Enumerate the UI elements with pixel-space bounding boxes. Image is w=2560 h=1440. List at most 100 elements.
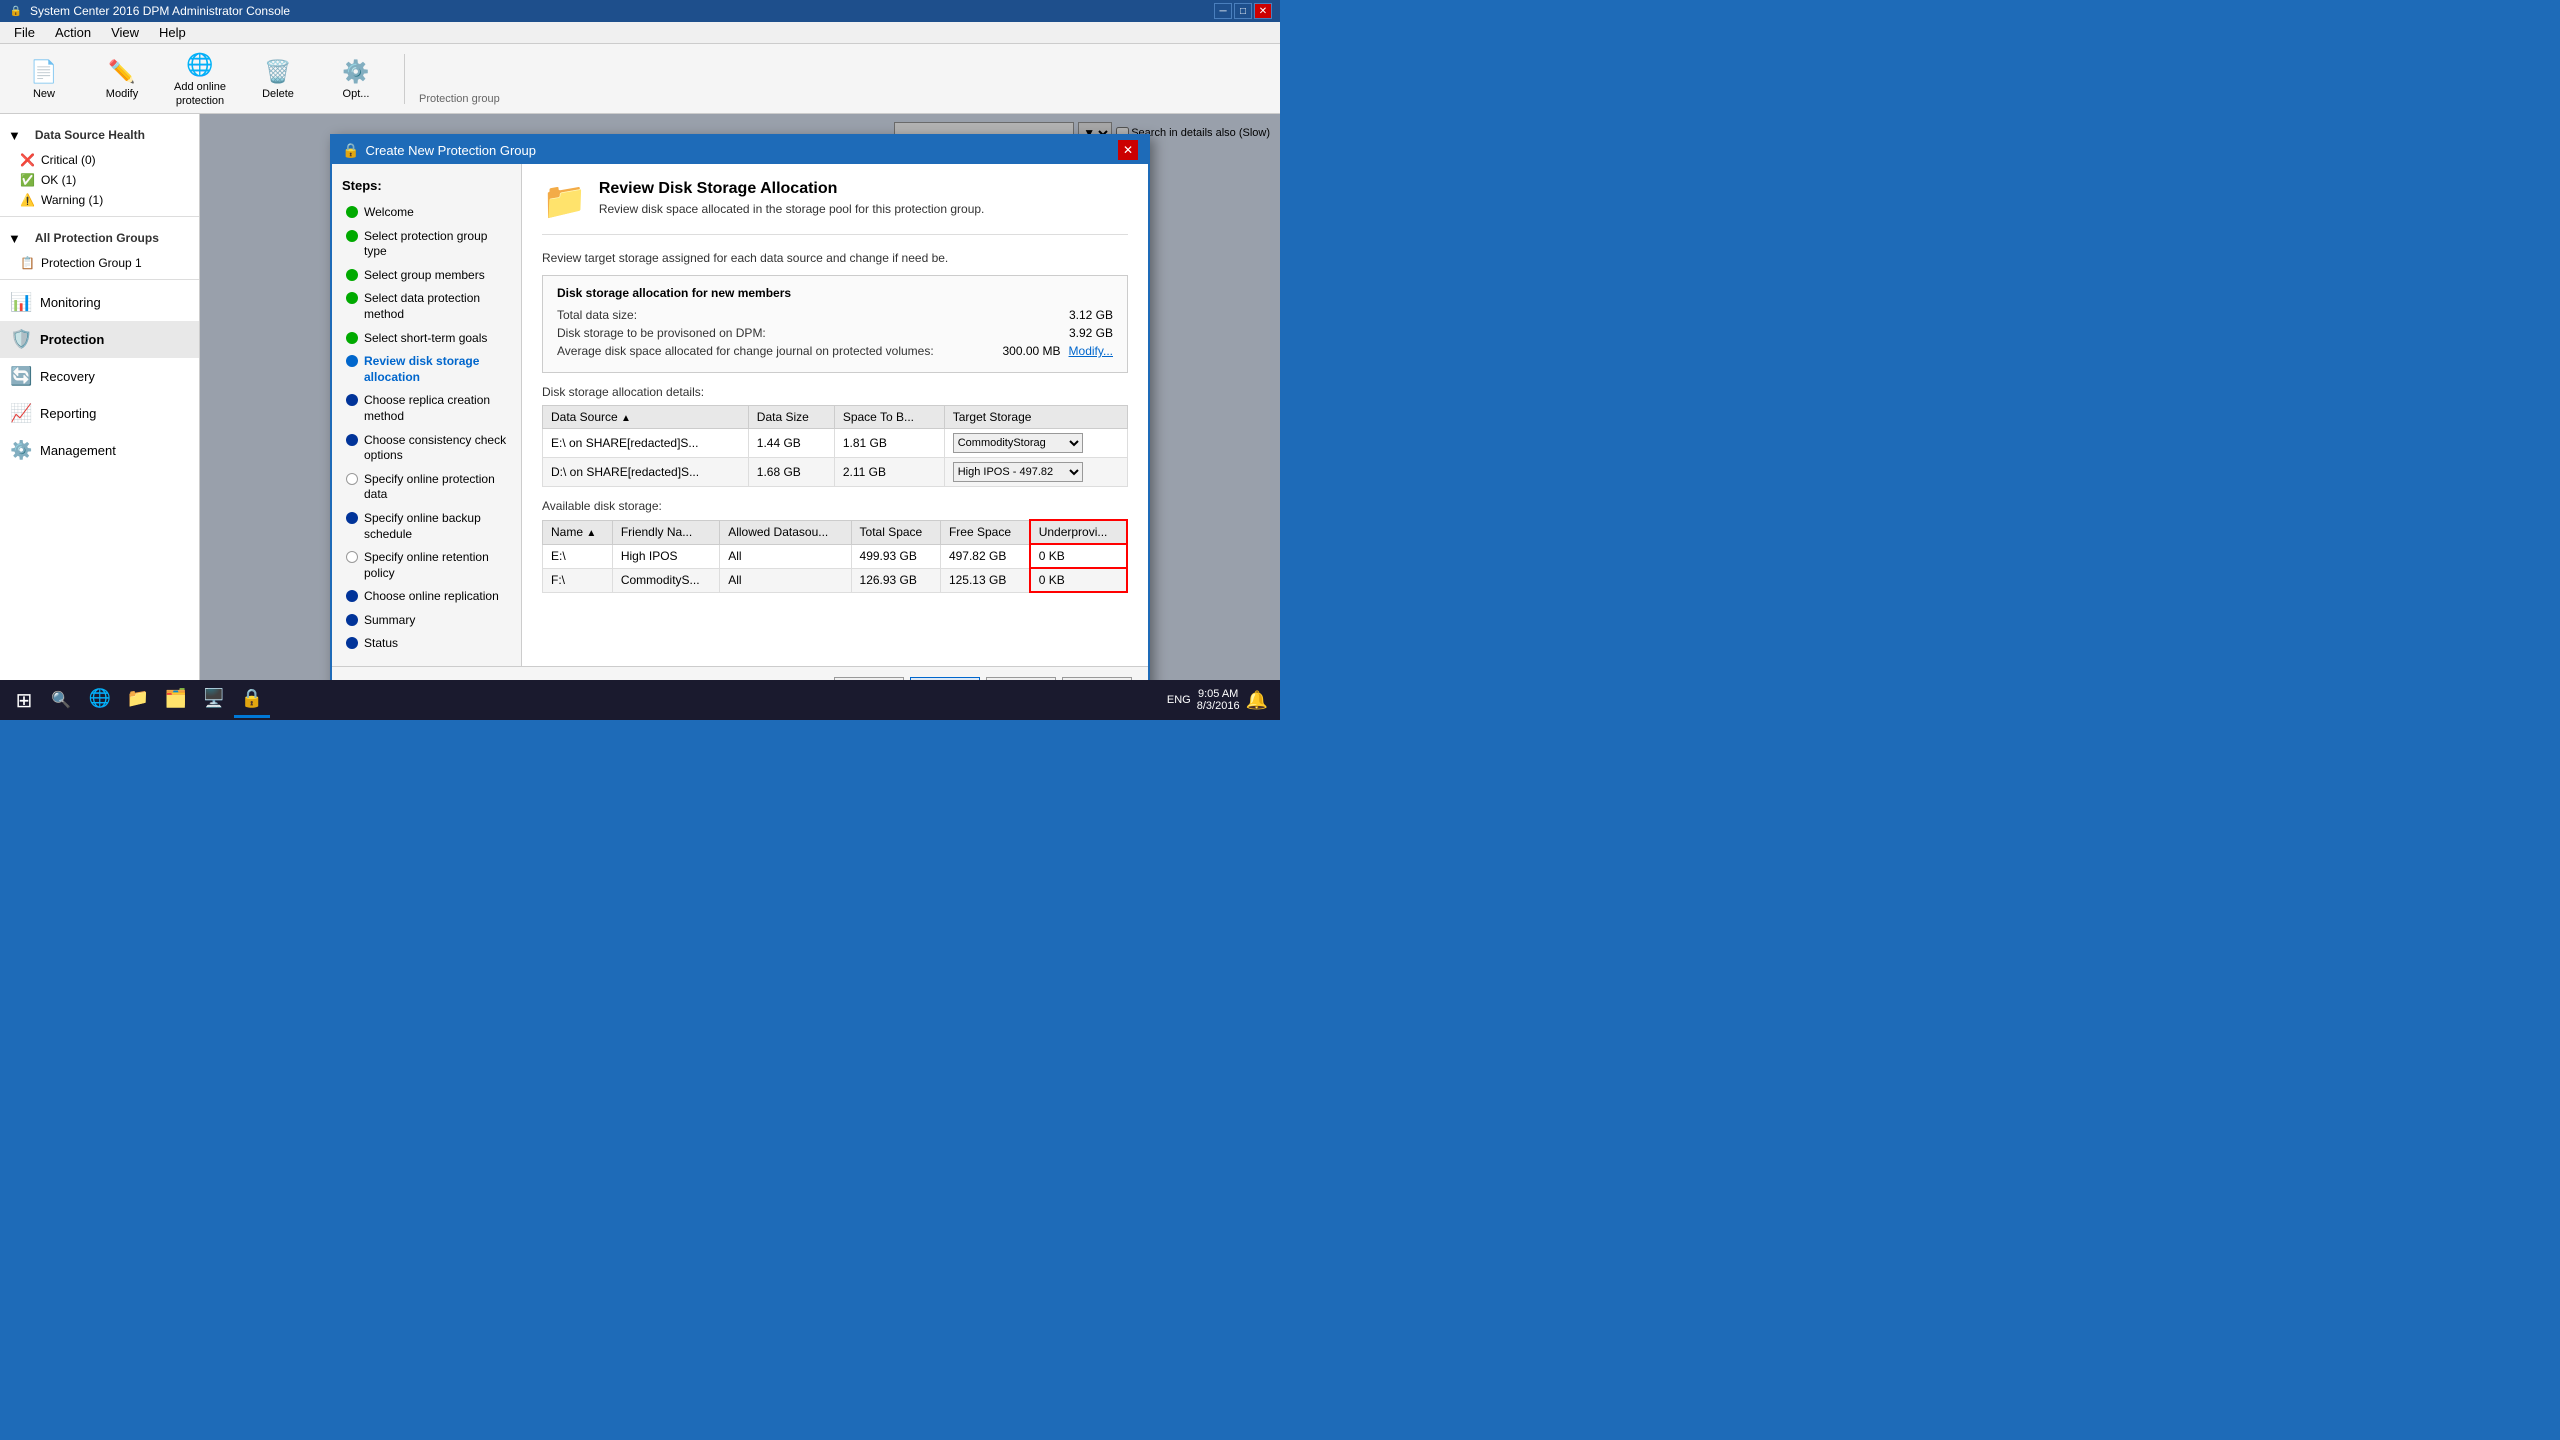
taskbar-explorer[interactable]: 📁 [120,682,156,718]
step-consistency-check[interactable]: Choose consistency check options [332,429,521,468]
col-data-size-label: Data Size [757,410,809,424]
sidebar-item-warning[interactable]: ⚠️ Warning (1) [0,190,199,210]
step-dot-12 [346,590,358,602]
avail-col-allowed[interactable]: Allowed Datasou... [720,520,851,544]
close-button[interactable]: ✕ [1254,3,1272,19]
intro-text: Review target storage assigned for each … [542,251,1128,265]
sidebar-item-ok[interactable]: ✅ OK (1) [0,170,199,190]
step-select-protection-type[interactable]: Select protection group type [332,225,521,264]
avail-col-allowed-label: Allowed Datasou... [728,525,828,539]
toolbar-add-online-label: Add onlineprotection [174,81,226,107]
menu-action[interactable]: Action [45,23,101,42]
avail-col-underprov-label: Underprovi... [1039,525,1108,539]
taskbar-dpm[interactable]: 🔒 [234,682,270,718]
avail-col-total[interactable]: Total Space [851,520,940,544]
step-dot-14 [346,637,358,649]
target-storage-select-2[interactable]: CommodityStorag High IPOS - 497.82 [953,462,1083,482]
taskbar-powershell[interactable]: 🖥️ [196,682,232,718]
avail-col-name[interactable]: Name ▲ [543,520,613,544]
alloc-target-2[interactable]: CommodityStorag High IPOS - 497.82 [944,458,1127,487]
step-label-8: Choose consistency check options [364,433,511,464]
optimize-icon: ⚙️ [340,56,372,88]
nav-management[interactable]: ⚙️ Management [0,432,199,469]
step-label-welcome: Welcome [364,205,414,221]
nav-recovery[interactable]: 🔄 Recovery [0,358,199,395]
monitoring-icon: 📊 [10,292,32,313]
allocation-box-title: Disk storage allocation for new members [557,286,1113,300]
toolbar-add-online-button[interactable]: 🌐 Add onlineprotection [166,45,234,111]
step-online-replication[interactable]: Choose online replication [332,585,521,609]
step-summary[interactable]: Summary [332,609,521,633]
nav-section: 📊 Monitoring 🛡️ Protection 🔄 Recovery 📈 … [0,280,199,680]
modify-link[interactable]: Modify... [1069,344,1113,358]
nav-monitoring[interactable]: 📊 Monitoring [0,284,199,321]
menu-file[interactable]: File [4,23,45,42]
alloc-space-1: 1.81 GB [834,429,944,458]
toolbar-delete-button[interactable]: 🗑️ Delete [244,52,312,105]
recovery-icon: 🔄 [10,366,32,387]
notification-icon[interactable]: 🔔 [1246,690,1268,711]
protection-icon: 🛡️ [10,329,32,350]
step-online-retention[interactable]: Specify online retention policy [332,546,521,585]
toolbar-optimize-button[interactable]: ⚙️ Opt... [322,52,390,105]
step-review-disk[interactable]: Review disk storage allocation [332,350,521,389]
target-storage-select-1[interactable]: CommodityStorag High IPOS - 497.82 [953,433,1083,453]
menu-help[interactable]: Help [149,23,196,42]
step-online-protection[interactable]: Specify online protection data [332,468,521,507]
dialog-header-text: Review Disk Storage Allocation Review di… [599,180,985,216]
content-area: ▼ Data Source Health ❌ Critical (0) ✅ OK… [0,114,1280,720]
protection-groups-toggle[interactable]: ▼ All Protection Groups [0,223,199,253]
step-dot-4 [346,292,358,304]
step-online-backup[interactable]: Specify online backup schedule [332,507,521,546]
toolbar-modify-button[interactable]: ✏️ Modify [88,52,156,105]
step-select-data-protection[interactable]: Select data protection method [332,287,521,326]
toolbar-optimize-label: Opt... [343,88,370,101]
sidebar-item-critical[interactable]: ❌ Critical (0) [0,150,199,170]
nav-protection[interactable]: 🛡️ Protection [0,321,199,358]
taskbar-apps: 🌐 📁 🗂️ 🖥️ 🔒 [82,682,270,718]
step-label-3: Select group members [364,268,485,284]
alloc-data-size-1: 1.44 GB [748,429,834,458]
avail-col-name-label: Name [551,525,583,539]
start-button[interactable]: ⊞ [4,682,44,718]
sidebar-item-protection-group-1[interactable]: 📋 Protection Group 1 [0,253,199,273]
toolbar-new-button[interactable]: 📄 New [10,52,78,105]
dialog-body: Steps: Welcome Select protection group t… [332,164,1148,666]
step-select-group-members[interactable]: Select group members [332,264,521,288]
col-data-size[interactable]: Data Size [748,406,834,429]
taskbar-datetime: 9:05 AM 8/3/2016 [1197,688,1240,712]
taskbar-edge[interactable]: 🌐 [82,682,118,718]
step-short-term-goals[interactable]: Select short-term goals [332,327,521,351]
step-replica-creation[interactable]: Choose replica creation method [332,389,521,428]
step-welcome[interactable]: Welcome [332,201,521,225]
step-label-10: Specify online backup schedule [364,511,511,542]
taskbar-search-button[interactable]: 🔍 [46,682,76,718]
toolbar-group-label: Protection group [419,93,500,105]
alloc-target-1[interactable]: CommodityStorag High IPOS - 497.82 [944,429,1127,458]
step-dot-11 [346,551,358,563]
avail-underprov-2: 0 KB [1030,568,1127,592]
allocation-row-provision: Disk storage to be provisoned on DPM: 3.… [557,326,1113,340]
avail-free-2: 125.13 GB [940,568,1029,592]
col-data-source[interactable]: Data Source ▲ [543,406,749,429]
nav-recovery-label: Recovery [40,369,95,384]
nav-reporting[interactable]: 📈 Reporting [0,395,199,432]
journal-value: 300.00 MB [1002,344,1060,358]
menu-view[interactable]: View [101,23,149,42]
title-bar-controls: ─ □ ✕ [1214,3,1272,19]
dialog-close-button[interactable]: ✕ [1118,140,1138,160]
minimize-button[interactable]: ─ [1214,3,1232,19]
data-source-health-toggle[interactable]: ▼ Data Source Health [0,120,199,150]
taskbar-taskview[interactable]: 🗂️ [158,682,194,718]
col-space-to-b[interactable]: Space To B... [834,406,944,429]
step-status[interactable]: Status [332,632,521,656]
maximize-button[interactable]: □ [1234,3,1252,19]
avail-col-friendly[interactable]: Friendly Na... [612,520,719,544]
avail-col-name-sort: ▲ [586,528,596,539]
col-target-storage[interactable]: Target Storage [944,406,1127,429]
nav-monitoring-label: Monitoring [40,295,101,310]
total-data-value: 3.12 GB [1069,308,1113,322]
avail-col-underprov[interactable]: Underprovi... [1030,520,1127,544]
avail-col-free[interactable]: Free Space [940,520,1029,544]
expand-icon-2: ▼ [8,231,21,246]
